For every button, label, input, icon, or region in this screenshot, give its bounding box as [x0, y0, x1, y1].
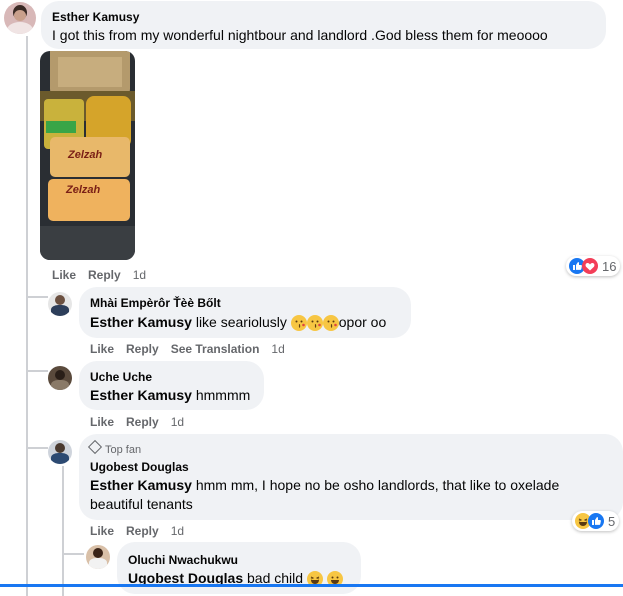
reply-button[interactable]: Reply	[126, 415, 159, 429]
like-button[interactable]: Like	[90, 524, 114, 538]
comment-actions: Like Reply See Translation 1d	[90, 342, 297, 356]
like-icon	[588, 513, 604, 529]
see-translation-button[interactable]: See Translation	[171, 342, 260, 356]
reaction-count: 16	[602, 258, 617, 274]
comment-actions: Like Reply 1d	[52, 268, 158, 282]
kissing-face-icon	[322, 315, 339, 332]
comment-author[interactable]: Oluchi Nwachukwu	[128, 553, 238, 567]
comment-author[interactable]: Mhài Empèrôr Ťèè Bőlt	[90, 296, 221, 310]
reply-button[interactable]: Reply	[126, 342, 159, 356]
reaction-summary[interactable]: 5	[572, 511, 620, 531]
thread-line-sub	[62, 466, 64, 596]
photo-package-label: Zelzah	[66, 184, 101, 196]
like-button[interactable]: Like	[90, 342, 114, 356]
mention-link[interactable]: Esther Kamusy	[90, 477, 192, 493]
reaction-count: 5	[608, 513, 616, 529]
comment-bubble: Esther Kamusy I got this from my wonderf…	[41, 1, 606, 49]
comment-text: Esther Kamusy hmmmm	[90, 387, 251, 403]
avatar[interactable]	[48, 440, 72, 464]
mention-link[interactable]: Esther Kamusy	[90, 387, 192, 403]
comment-text-line2: beautiful tenants	[90, 496, 193, 512]
comment-text: Esther Kamusy like seariolusly opor oo	[90, 314, 387, 332]
avatar[interactable]	[4, 2, 36, 34]
photo-package-label: Zelzah	[68, 149, 103, 161]
comment-time[interactable]: 1d	[133, 268, 146, 282]
thread-line-sub-branch	[62, 553, 84, 555]
thread-line-branch	[26, 296, 48, 298]
thread-line-branch	[26, 447, 48, 449]
comment-photo[interactable]: Zelzah Zelzah	[40, 51, 135, 260]
avatar[interactable]	[48, 292, 72, 316]
reply-button[interactable]: Reply	[126, 524, 159, 538]
comment-actions: Like Reply 1d	[90, 415, 196, 429]
reaction-summary[interactable]: 16	[566, 256, 621, 276]
comment-time[interactable]: 1d	[171, 415, 184, 429]
like-button[interactable]: Like	[90, 415, 114, 429]
comment-bubble: Mhài Empèrôr Ťèè Bőlt Esther Kamusy like…	[79, 287, 411, 338]
thread-line-main	[26, 36, 28, 596]
comment-author[interactable]: Esther Kamusy	[52, 10, 139, 24]
comment-author[interactable]: Uche Uche	[90, 370, 152, 384]
avatar[interactable]	[48, 366, 72, 390]
comment-bubble: Uche Uche Esther Kamusy hmmmm	[79, 361, 264, 410]
comment-author[interactable]: Ugobest Douglas	[90, 460, 189, 474]
reply-button[interactable]: Reply	[88, 268, 121, 282]
love-icon	[582, 258, 598, 274]
comment-time[interactable]: 1d	[171, 524, 184, 538]
thread-line-branch	[26, 370, 48, 372]
like-button[interactable]: Like	[52, 268, 76, 282]
comment-actions: Like Reply 1d	[90, 524, 196, 538]
diamond-icon	[87, 439, 103, 455]
comment-text: Esther Kamusy hmm mm, I hope no be osho …	[90, 477, 560, 493]
top-fan-badge: Top fan	[87, 439, 141, 456]
avatar[interactable]	[86, 545, 110, 569]
kissing-face-icon	[290, 315, 307, 332]
comment-text: I got this from my wonderful nightbour a…	[52, 27, 548, 43]
comment-time[interactable]: 1d	[271, 342, 284, 356]
mention-link[interactable]: Esther Kamusy	[90, 314, 192, 330]
kissing-face-icon	[306, 315, 323, 332]
comment-bubble: Top fan Ugobest Douglas Esther Kamusy hm…	[79, 434, 623, 520]
